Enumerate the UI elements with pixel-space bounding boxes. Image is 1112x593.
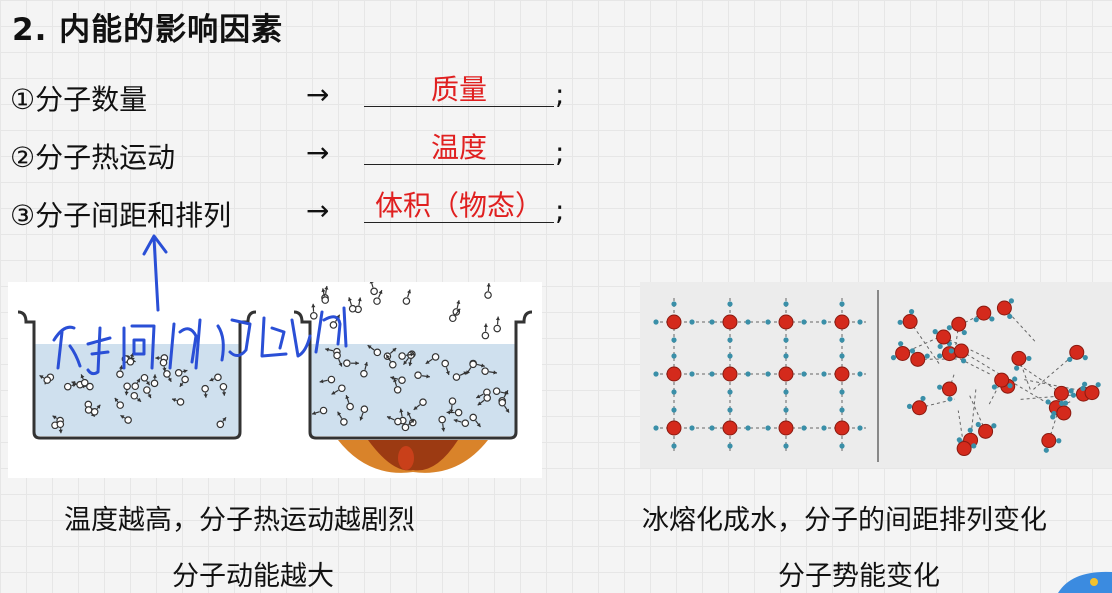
- oxygen-atom-icon: [1053, 385, 1069, 401]
- factor-row-count: ①分子数量 → 质量 ;: [10, 70, 610, 120]
- arrow-icon: →: [306, 136, 330, 169]
- oxygen-atom-icon: [902, 314, 918, 330]
- oxygen-atom-icon: [895, 345, 911, 361]
- oxygen-atom-icon: [911, 400, 927, 416]
- answer-text: 体积（物态）: [374, 189, 543, 222]
- oxygen-atom-icon: [778, 420, 794, 436]
- semicolon: ;: [555, 136, 565, 169]
- factor-label: ②分子热运动: [10, 141, 176, 174]
- oxygen-atom-icon: [996, 300, 1012, 316]
- oxygen-atom-icon: [666, 314, 682, 330]
- semicolon: ;: [555, 78, 565, 111]
- section-heading: 2. 内能的影响因素: [12, 12, 284, 48]
- oxygen-atom-icon: [666, 366, 682, 382]
- oxygen-atom-icon: [834, 366, 850, 382]
- oxygen-atom-icon: [834, 420, 850, 436]
- oxygen-atom-icon: [1011, 350, 1027, 366]
- oxygen-atom-icon: [994, 372, 1010, 388]
- arrow-icon: →: [306, 78, 330, 111]
- oxygen-atom-icon: [834, 314, 850, 330]
- oxygen-atom-icon: [953, 343, 969, 359]
- right-caption-line1: 冰熔化成水，分子的间距排列变化: [642, 505, 1047, 536]
- ice-water-figure: [640, 282, 1112, 468]
- left-caption-line2: 分子动能越大: [172, 561, 334, 592]
- oxygen-atom-icon: [722, 314, 738, 330]
- oxygen-atom-icon: [666, 420, 682, 436]
- oxygen-atom-icon: [1084, 385, 1100, 401]
- answer-text: 温度: [430, 131, 487, 164]
- oxygen-atom-icon: [722, 366, 738, 382]
- oxygen-atom-icon: [976, 305, 992, 321]
- oxygen-atom-icon: [1056, 405, 1072, 421]
- oxygen-atom-icon: [936, 329, 952, 345]
- answer-text: 质量: [430, 73, 487, 106]
- handwritten-annotation: [52, 234, 348, 376]
- oxygen-atom-icon: [951, 316, 967, 332]
- left-caption-line1: 温度越高，分子热运动越剧烈: [64, 505, 415, 536]
- oxygen-atom-icon: [910, 351, 926, 367]
- arrow-icon: →: [306, 194, 330, 227]
- oxygen-atom-icon: [722, 420, 738, 436]
- oxygen-atom-icon: [778, 314, 794, 330]
- semicolon: ;: [555, 194, 565, 227]
- factor-label: ①分子数量: [10, 83, 148, 116]
- corner-decoration: [1058, 571, 1112, 593]
- oxygen-atom-icon: [1069, 344, 1085, 360]
- oxygen-atom-icon: [941, 381, 957, 397]
- right-caption-line2: 分子势能变化: [778, 561, 940, 592]
- oxygen-atom-icon: [1041, 433, 1057, 449]
- oxygen-atom-icon: [778, 366, 794, 382]
- factor-row-motion: ②分子热运动 → 温度 ;: [10, 128, 610, 178]
- oxygen-atom-icon: [956, 441, 972, 457]
- oxygen-atom-icon: [978, 423, 994, 439]
